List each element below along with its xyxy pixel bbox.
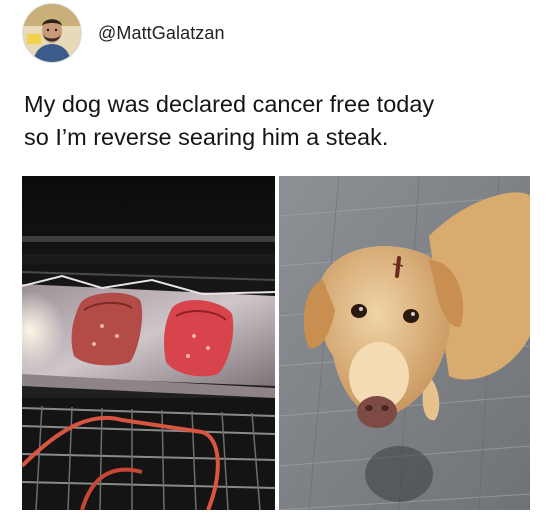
bottom-divider [0, 511, 552, 516]
post-text-line-1: My dog was declared cancer free today [24, 91, 435, 117]
author-handle[interactable]: @MattGalatzan [98, 23, 225, 44]
photo-golden-retriever[interactable] [279, 176, 530, 510]
post-text-line-2: so I’m reverse searing him a steak. [24, 124, 389, 150]
post-text: My dog was declared cancer free today so… [24, 88, 534, 154]
post-header: @MattGalatzan [22, 0, 225, 66]
photo-steaks-in-oven[interactable] [22, 176, 275, 510]
photo-grid [22, 176, 530, 510]
author-avatar[interactable] [22, 3, 82, 63]
